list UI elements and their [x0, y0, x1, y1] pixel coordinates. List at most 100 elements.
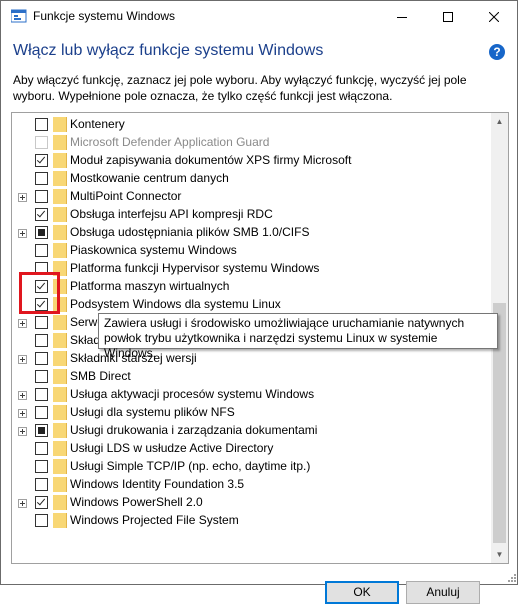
feature-row[interactable]: Usługa aktywacji procesów systemu Window…: [12, 386, 490, 404]
folder-icon: [53, 189, 67, 204]
feature-checkbox[interactable]: [35, 226, 48, 239]
dialog-window: Funkcje systemu Windows Włącz lub wyłącz…: [0, 0, 518, 604]
feature-label: Usługi LDS w usłudze Active Directory: [70, 441, 274, 455]
folder-icon: [53, 171, 67, 186]
feature-label: Piaskownica systemu Windows: [70, 243, 237, 257]
feature-checkbox[interactable]: [35, 496, 48, 509]
feature-label: Usługa aktywacji procesów systemu Window…: [70, 387, 315, 401]
expand-plus-icon[interactable]: [18, 499, 27, 508]
expand-plus-icon[interactable]: [18, 391, 27, 400]
folder-icon: [53, 315, 67, 330]
feature-checkbox[interactable]: [35, 190, 48, 203]
feature-tooltip: Zawiera usługi i środowisko umożliwiając…: [98, 313, 498, 360]
tooltip-line-2: powłok trybu użytkownika i narzędzi syst…: [104, 331, 438, 360]
minimize-icon: [397, 16, 407, 18]
feature-checkbox[interactable]: [35, 352, 48, 365]
dialog-content: Włącz lub wyłącz funkcje systemu Windows…: [1, 32, 517, 604]
feature-checkbox[interactable]: [35, 388, 48, 401]
scroll-up-arrow-icon[interactable]: ▲: [491, 113, 508, 130]
help-icon[interactable]: ?: [489, 44, 505, 60]
feature-label: MultiPoint Connector: [70, 189, 182, 203]
folder-icon: [53, 117, 67, 132]
cancel-button[interactable]: Anuluj: [406, 581, 480, 604]
feature-checkbox[interactable]: [35, 370, 48, 383]
feature-checkbox[interactable]: [35, 478, 48, 491]
folder-icon: [53, 423, 67, 438]
feature-row[interactable]: Obsługa udostępniania plików SMB 1.0/CIF…: [12, 224, 490, 242]
dialog-heading: Włącz lub wyłącz funkcje systemu Windows: [13, 42, 324, 59]
window-title: Funkcje systemu Windows: [33, 9, 176, 23]
expand-plus-icon[interactable]: [18, 229, 27, 238]
resize-grip-icon[interactable]: [505, 571, 517, 583]
feature-row[interactable]: Microsoft Defender Application Guard: [12, 134, 490, 152]
folder-icon: [53, 225, 67, 240]
feature-row[interactable]: Moduł zapisywania dokumentów XPS firmy M…: [12, 152, 490, 170]
feature-row[interactable]: Usługi LDS w usłudze Active Directory: [12, 440, 490, 458]
title-bar[interactable]: Funkcje systemu Windows: [1, 1, 517, 32]
ok-button[interactable]: OK: [325, 581, 399, 604]
folder-icon: [53, 495, 67, 510]
feature-label: Usługi Simple TCP/IP (np. echo, daytime …: [70, 459, 311, 473]
feature-row[interactable]: Usługi dla systemu plików NFS: [12, 404, 490, 422]
red-highlight-box: [19, 272, 60, 314]
feature-checkbox[interactable]: [35, 244, 48, 257]
scroll-down-arrow-icon[interactable]: ▼: [491, 546, 508, 563]
feature-checkbox: [35, 136, 48, 149]
feature-label: Windows PowerShell 2.0: [70, 495, 203, 509]
folder-icon: [53, 513, 67, 528]
close-button[interactable]: [471, 1, 517, 32]
feature-row[interactable]: Podsystem Windows dla systemu Linux: [12, 296, 490, 314]
expand-plus-icon[interactable]: [18, 355, 27, 364]
minimize-button[interactable]: [379, 1, 425, 32]
instructions-text: Aby włączyć funkcję, zaznacz jej pole wy…: [13, 73, 467, 103]
feature-label: Platforma maszyn wirtualnych: [70, 279, 230, 293]
folder-icon: [53, 477, 67, 492]
feature-label: Windows Projected File System: [70, 513, 239, 527]
feature-row[interactable]: Usługi drukowania i zarządzania dokument…: [12, 422, 490, 440]
feature-row[interactable]: Windows Projected File System: [12, 512, 490, 530]
feature-label: Obsługa udostępniania plików SMB 1.0/CIF…: [70, 225, 310, 239]
folder-icon: [53, 441, 67, 456]
expand-plus-icon[interactable]: [18, 319, 27, 328]
folder-icon: [53, 333, 67, 348]
feature-checkbox[interactable]: [35, 442, 48, 455]
feature-row[interactable]: Piaskownica systemu Windows: [12, 242, 490, 260]
maximize-button[interactable]: [425, 1, 471, 32]
feature-row[interactable]: Windows PowerShell 2.0: [12, 494, 490, 512]
feature-checkbox[interactable]: [35, 118, 48, 131]
folder-icon: [53, 243, 67, 258]
feature-checkbox[interactable]: [35, 208, 48, 221]
feature-row[interactable]: Obsługa interfejsu API kompresji RDC: [12, 206, 490, 224]
feature-label: Platforma funkcji Hypervisor systemu Win…: [70, 261, 320, 275]
feature-label: Microsoft Defender Application Guard: [70, 135, 270, 149]
folder-icon: [53, 207, 67, 222]
tooltip-line-1: Zawiera usługi i środowisko umożliwiając…: [104, 316, 465, 330]
feature-row[interactable]: Mostkowanie centrum danych: [12, 170, 490, 188]
feature-row[interactable]: Usługi Simple TCP/IP (np. echo, daytime …: [12, 458, 490, 476]
feature-checkbox[interactable]: [35, 172, 48, 185]
feature-label: Usługi drukowania i zarządzania dokument…: [70, 423, 318, 437]
folder-icon: [53, 387, 67, 402]
feature-checkbox[interactable]: [35, 424, 48, 437]
feature-checkbox[interactable]: [35, 460, 48, 473]
feature-label: Mostkowanie centrum danych: [70, 171, 229, 185]
folder-icon: [53, 351, 67, 366]
feature-checkbox[interactable]: [35, 514, 48, 527]
expand-plus-icon[interactable]: [18, 409, 27, 418]
feature-row[interactable]: Windows Identity Foundation 3.5: [12, 476, 490, 494]
feature-row[interactable]: SMB Direct: [12, 368, 490, 386]
expand-plus-icon[interactable]: [18, 427, 27, 436]
feature-checkbox[interactable]: [35, 154, 48, 167]
feature-label: Obsługa interfejsu API kompresji RDC: [70, 207, 273, 221]
feature-checkbox[interactable]: [35, 406, 48, 419]
feature-checkbox[interactable]: [35, 334, 48, 347]
feature-label: Podsystem Windows dla systemu Linux: [70, 297, 281, 311]
feature-row[interactable]: Platforma funkcji Hypervisor systemu Win…: [12, 260, 490, 278]
feature-row[interactable]: MultiPoint Connector: [12, 188, 490, 206]
feature-checkbox[interactable]: [35, 316, 48, 329]
expand-plus-icon[interactable]: [18, 193, 27, 202]
folder-icon: [53, 459, 67, 474]
feature-row[interactable]: Kontenery: [12, 116, 490, 134]
feature-row[interactable]: Platforma maszyn wirtualnych: [12, 278, 490, 296]
close-icon: [489, 11, 499, 22]
